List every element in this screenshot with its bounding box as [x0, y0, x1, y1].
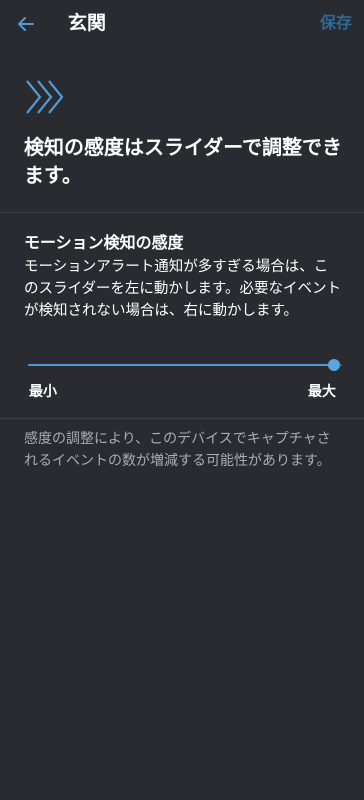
headline: 検知の感度はスライダーで調整できます。: [24, 135, 342, 187]
section-title: モーション検知の感度: [24, 233, 184, 252]
divider: [0, 212, 364, 213]
slider-max-label: 最大: [308, 384, 336, 400]
section-description: モーションアラート通知が多すぎる場合は、このスライダーを左に動かします。必要なイ…: [24, 259, 341, 319]
page-title: 玄関: [68, 12, 107, 34]
sensitivity-slider[interactable]: [28, 356, 342, 374]
divider: [0, 418, 364, 419]
app-header: 玄関 保存: [0, 0, 364, 46]
slider-track-fill: [28, 364, 334, 366]
chevrons-right-icon: [26, 80, 64, 114]
save-button[interactable]: 保存: [320, 12, 352, 34]
slider-thumb[interactable]: [328, 359, 340, 371]
arrow-left-icon: [18, 17, 34, 31]
slider-min-label: 最小: [29, 384, 57, 400]
back-button[interactable]: [12, 10, 40, 38]
sensitivity-note: 感度の調整により、このデバイスでキャプチャされるイベントの数が増減する可能性があ…: [24, 431, 331, 469]
